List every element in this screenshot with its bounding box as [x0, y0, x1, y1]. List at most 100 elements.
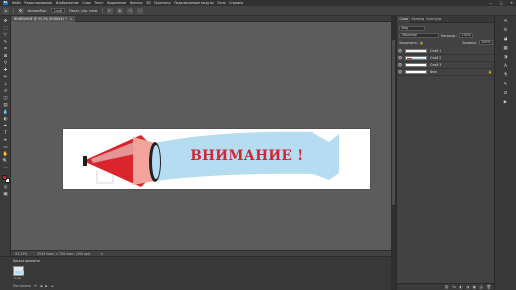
- dodge-tool-icon[interactable]: ◐: [3, 117, 9, 122]
- layer-name: Слой 2: [430, 56, 442, 60]
- adjustment-layer-icon[interactable]: ◑: [466, 285, 469, 289]
- history-brush-tool-icon[interactable]: ↺: [3, 89, 9, 94]
- menu-3d[interactable]: 3D: [146, 1, 150, 5]
- blend-mode-dropdown[interactable]: Обычные: [399, 33, 439, 38]
- megaphone-mouth-inner: [152, 145, 160, 179]
- menu-edit[interactable]: Редактирование: [24, 1, 52, 5]
- layers-panel: Слои Каналы Контуры Вид Обычные Непрозр.…: [396, 16, 495, 290]
- brush-tool-icon[interactable]: ✏: [3, 75, 9, 80]
- home-icon[interactable]: ⌂: [3, 7, 9, 14]
- align-right-icon[interactable]: ⊣: [126, 7, 133, 14]
- adjustments-icon[interactable]: ◑: [502, 55, 509, 61]
- fill-field[interactable]: 100%: [478, 40, 493, 45]
- quick-select-tool-icon[interactable]: ✎: [3, 40, 9, 45]
- eyedropper-tool-icon[interactable]: ⚲: [3, 61, 9, 66]
- pen-tool-icon[interactable]: ✒: [3, 124, 9, 129]
- brushes-icon[interactable]: ✎: [502, 82, 509, 88]
- gradient-tool-icon[interactable]: ▤: [3, 103, 9, 108]
- character-icon[interactable]: A: [502, 64, 509, 70]
- crop-tool-icon[interactable]: ⌗: [3, 47, 9, 52]
- move-icon[interactable]: ✥: [17, 7, 24, 14]
- align-center-icon[interactable]: ≑: [116, 7, 123, 14]
- distribute-icon[interactable]: ⋯: [136, 7, 143, 14]
- options-bar: ⌂ ✥ Автовыбор: Слой Показ. упр. элем. ⊢ …: [0, 6, 516, 16]
- menu-layers[interactable]: Слои: [82, 1, 90, 5]
- align-left-icon[interactable]: ⊢: [106, 7, 113, 14]
- visibility-eye-icon[interactable]: 👁: [397, 70, 403, 74]
- minimize-button[interactable]: —: [489, 1, 493, 5]
- path-select-tool-icon[interactable]: ➤: [3, 138, 9, 143]
- transform-controls-checkbox[interactable]: Показ. упр. элем.: [69, 9, 98, 13]
- frame-thumbnail[interactable]: [13, 266, 24, 276]
- layer-mask-icon[interactable]: ◐: [459, 285, 462, 289]
- healing-brush-tool-icon[interactable]: ✚: [3, 68, 9, 73]
- layer-row[interactable]: 👁 Фон 🔒: [397, 69, 495, 76]
- swatches-icon[interactable]: ▦: [502, 46, 509, 52]
- rectangle-tool-icon[interactable]: ▭: [3, 145, 9, 150]
- eraser-tool-icon[interactable]: ◫: [3, 96, 9, 101]
- screen-mode-icon[interactable]: ▣: [3, 192, 9, 197]
- first-frame-icon[interactable]: ⏮: [34, 284, 37, 288]
- lasso-tool-icon[interactable]: ➰: [3, 33, 9, 38]
- libraries-icon[interactable]: ⊡: [502, 91, 509, 97]
- hand-tool-icon[interactable]: ✋: [3, 152, 9, 157]
- panel-tabs: Слои Каналы Контуры: [397, 16, 495, 23]
- menu-filter[interactable]: Фильтр: [130, 1, 143, 5]
- color-icon[interactable]: ◕: [502, 37, 509, 43]
- scrollbar-thumb[interactable]: [392, 40, 395, 205]
- play-icon[interactable]: ▶: [45, 284, 47, 288]
- frame-delay[interactable]: 0 сек.: [14, 277, 22, 280]
- visibility-eye-icon[interactable]: 👁: [397, 63, 403, 67]
- paragraph-icon[interactable]: ¶: [502, 73, 509, 79]
- document-info: 3543 пикс. x 755 пикс. (300 ppi): [37, 251, 91, 256]
- marquee-tool-icon[interactable]: ⬚: [3, 26, 9, 31]
- menu-file[interactable]: Файл: [12, 1, 21, 5]
- new-group-icon[interactable]: ▣: [473, 285, 476, 289]
- chevron-right-icon[interactable]: >: [101, 252, 104, 256]
- blur-tool-icon[interactable]: 💧: [3, 110, 9, 115]
- auto-select-dropdown[interactable]: Слой: [50, 8, 66, 13]
- banner-text: ВНИМАНИЕ !: [190, 148, 304, 164]
- lock-icon[interactable]: 🔒: [420, 41, 424, 45]
- document-canvas[interactable]: ВНИМАНИЕ !: [63, 129, 370, 189]
- visibility-eye-icon[interactable]: 👁: [397, 49, 403, 53]
- menu-window[interactable]: Окно: [217, 1, 225, 5]
- clone-stamp-tool-icon[interactable]: ⊥: [3, 82, 9, 87]
- link-layers-icon[interactable]: ⛓: [444, 285, 449, 289]
- visibility-eye-icon[interactable]: 👁: [397, 56, 403, 60]
- move-tool-icon[interactable]: ✥: [3, 19, 9, 24]
- menu-type[interactable]: Текст: [94, 1, 103, 5]
- layer-row[interactable]: 👁 Слой 2: [397, 55, 495, 62]
- prev-frame-icon[interactable]: ◀: [40, 284, 42, 288]
- layer-filter-dropdown[interactable]: Вид: [399, 26, 425, 31]
- layer-row[interactable]: 👁 Слой 3: [397, 62, 495, 69]
- layers-panel-footer: ⛓ fx ◐ ◑ ▣ ▤ 🗑: [397, 283, 495, 290]
- frame-tool-icon[interactable]: ⊠: [3, 54, 9, 59]
- maximize-button[interactable]: ▢: [500, 1, 503, 5]
- zoom-level[interactable]: 93,33%: [15, 252, 27, 256]
- menu-view[interactable]: Просмотр: [154, 1, 170, 5]
- menu-help[interactable]: Справка: [229, 1, 243, 5]
- more-tools-icon[interactable]: ⋯: [3, 166, 9, 171]
- layer-style-icon[interactable]: fx: [452, 285, 455, 289]
- menu-image[interactable]: Изображение: [56, 1, 79, 5]
- type-tool-icon[interactable]: T: [3, 131, 9, 136]
- quick-mask-icon[interactable]: ◎: [3, 185, 9, 190]
- actions-icon[interactable]: ▶: [502, 100, 509, 106]
- menu-plugins[interactable]: Подключаемые модули: [174, 1, 213, 5]
- close-icon[interactable]: ✕: [70, 17, 73, 21]
- menu-select[interactable]: Выделение: [107, 1, 126, 5]
- tab-paths[interactable]: Контуры: [424, 16, 444, 23]
- layer-row[interactable]: 👁 Слой 1: [397, 48, 495, 55]
- history-icon[interactable]: ⟲: [502, 19, 509, 25]
- new-layer-icon[interactable]: ▤: [480, 285, 483, 289]
- canvas-area[interactable]: ВНИМАНИЕ !: [11, 22, 391, 250]
- trash-icon[interactable]: 🗑: [486, 285, 491, 289]
- loop-dropdown[interactable]: Постоянно: [13, 284, 31, 288]
- next-frame-icon[interactable]: ⏭: [51, 284, 54, 288]
- zoom-tool-icon[interactable]: 🔍: [3, 159, 9, 164]
- close-button[interactable]: ✕: [510, 1, 513, 5]
- foreground-color-swatch[interactable]: [2, 175, 7, 180]
- opacity-field[interactable]: 100%: [459, 33, 474, 38]
- properties-icon[interactable]: ☰: [502, 28, 509, 34]
